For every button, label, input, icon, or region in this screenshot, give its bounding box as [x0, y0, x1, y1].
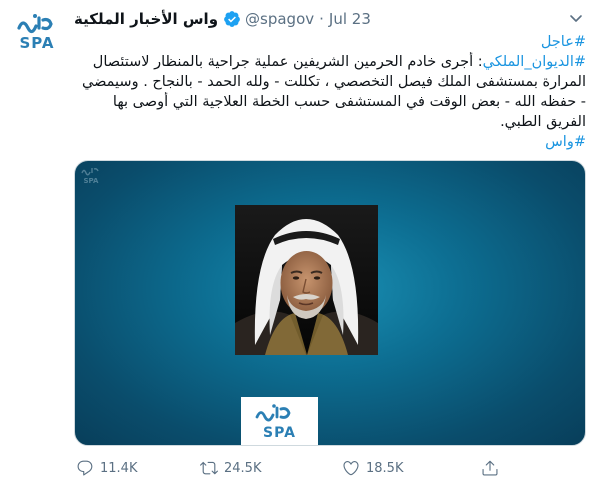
tweet-text: #عاجل #الديوان_الملكي: أجرى خادم الحرمين…: [74, 32, 586, 152]
tweet-line: الفريق الطبي.: [500, 114, 586, 130]
hashtag-link[interactable]: #عاجل: [541, 34, 586, 50]
hashtag-link[interactable]: #واس: [545, 134, 586, 150]
svg-text:SPA: SPA: [263, 425, 296, 441]
tweet-line: #الديوان_الملكي: أجرى خادم الحرمين الشري…: [74, 52, 586, 72]
tweet-line: المرارة بمستشفى الملك فيصل التخصصي ، تكل…: [82, 74, 586, 90]
spa-logo-card: SPA: [241, 397, 318, 445]
account-name[interactable]: واس الأخبار الملكية: [74, 10, 218, 28]
svg-text:SPA: SPA: [84, 177, 100, 185]
like-button[interactable]: 18.5K: [342, 456, 403, 480]
reply-icon: [77, 460, 93, 476]
portrait-photo: [235, 205, 378, 355]
spa-logo-icon: SPA: [255, 404, 296, 441]
like-count: 18.5K: [366, 460, 404, 476]
tweet-media-image[interactable]: SPA SPA: [74, 160, 586, 446]
tweet-date[interactable]: Jul 23: [329, 10, 371, 28]
account-handle[interactable]: @spagov: [245, 10, 314, 28]
share-icon: [482, 460, 498, 476]
reply-count: 11.4K: [100, 460, 138, 476]
svg-text:SPA: SPA: [19, 34, 54, 52]
tweet-line: #عاجل: [74, 32, 586, 52]
more-options-chevron-down-icon[interactable]: [568, 10, 584, 26]
spa-logo-icon: SPA: [11, 6, 63, 58]
tweet-header: واس الأخبار الملكية @spagov · Jul 23: [74, 8, 568, 30]
tweet-line: #واس: [74, 132, 586, 152]
retweet-icon: [200, 461, 218, 475]
avatar[interactable]: SPA: [11, 6, 63, 58]
tweet[interactable]: SPA واس الأخبار الملكية @spagov · Jul 23…: [0, 0, 598, 486]
retweet-count: 24.5K: [224, 460, 262, 476]
tweet-actions: 11.4K 24.5K 18.5K: [74, 456, 586, 480]
watermark-logo-icon: SPA: [81, 168, 100, 185]
heart-icon: [343, 461, 359, 476]
share-button[interactable]: [481, 456, 499, 480]
tweet-line-text: : أجرى خادم الحرمين الشريفين عملية جراحي…: [92, 54, 483, 70]
retweet-button[interactable]: 24.5K: [200, 456, 261, 480]
reply-button[interactable]: 11.4K: [76, 456, 137, 480]
verified-badge-icon: [223, 10, 241, 28]
hashtag-link[interactable]: #الديوان_الملكي: [483, 54, 586, 70]
separator-dot: ·: [319, 10, 324, 28]
tweet-line: - حفظه الله - بعض الوقت في المستشفى حسب …: [112, 94, 586, 110]
